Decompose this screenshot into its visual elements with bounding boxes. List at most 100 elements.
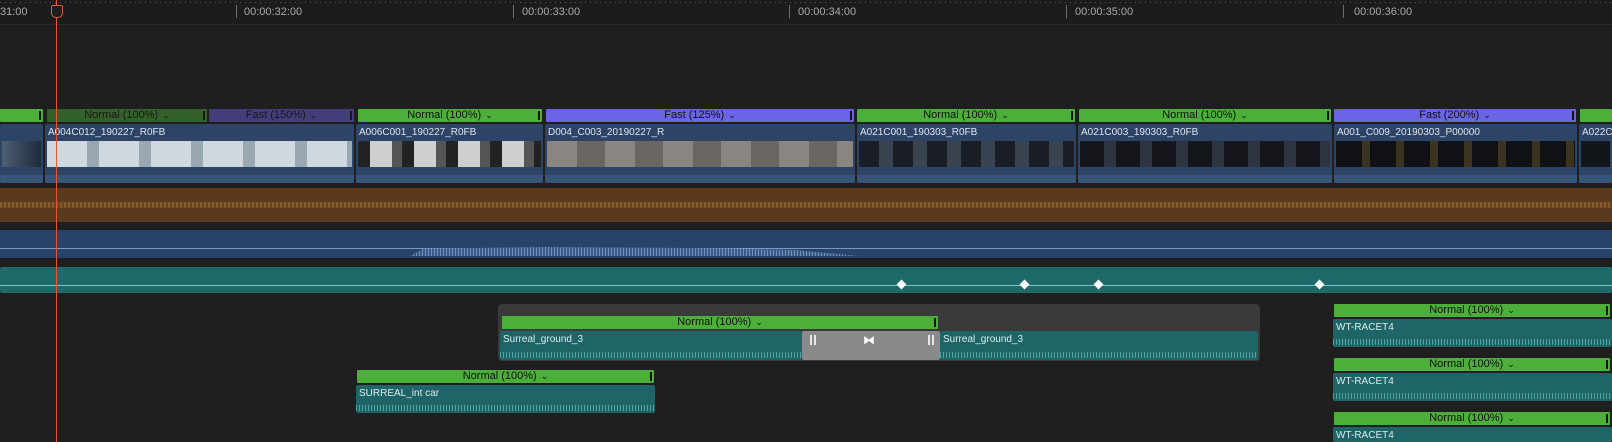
video-clip[interactable]: A021C003_190303_R0FB bbox=[1078, 124, 1332, 183]
retime-handle[interactable] bbox=[1606, 306, 1608, 315]
ruler-tick bbox=[1066, 5, 1067, 18]
timecode-label: 00:00:34:00 bbox=[798, 6, 857, 18]
clip-filmstrip bbox=[547, 141, 853, 167]
chevron-down-icon: ⌄ bbox=[1507, 359, 1515, 369]
audio-clip[interactable]: SURREAL_int car bbox=[356, 385, 655, 413]
timecode-label: 00:00:33:00 bbox=[522, 6, 581, 18]
transition-handle[interactable] bbox=[814, 335, 816, 345]
ruler-tick bbox=[513, 5, 514, 18]
transition-handle[interactable] bbox=[928, 335, 930, 345]
retime-handle[interactable] bbox=[934, 318, 936, 327]
speed-label: Normal (100%) bbox=[1429, 304, 1504, 316]
clip-filmstrip bbox=[1581, 141, 1610, 167]
retime-handle[interactable] bbox=[1606, 414, 1608, 423]
chevron-down-icon: ⌄ bbox=[162, 110, 170, 120]
speed-bar[interactable]: Normal (100%) ⌄ bbox=[502, 316, 938, 329]
audio-clip[interactable]: Surreal_ground_3 bbox=[940, 331, 1258, 360]
speed-bar[interactable]: Normal (100%) ⌄ bbox=[1334, 412, 1610, 425]
keyframe-diamond[interactable] bbox=[1019, 279, 1030, 290]
cross-dissolve-transition[interactable]: ⧓ bbox=[802, 331, 940, 360]
clip-name: WT-RACET4 bbox=[1336, 376, 1394, 387]
chevron-down-icon: ⌄ bbox=[309, 110, 318, 120]
retime-handle[interactable] bbox=[1071, 111, 1073, 120]
transition-handle[interactable] bbox=[810, 335, 812, 345]
audio-waveform bbox=[500, 352, 802, 358]
audio-waveform bbox=[940, 352, 1258, 358]
audio-clip[interactable]: Surreal_ground_3 bbox=[500, 331, 802, 360]
speed-bar[interactable]: Normal (100%) ⌄ bbox=[1334, 358, 1610, 371]
speed-label: Fast (200%) bbox=[1419, 109, 1480, 121]
audio-waveform bbox=[356, 405, 655, 411]
dialogue-audio-lane[interactable] bbox=[0, 230, 1612, 258]
chevron-down-icon: ⌄ bbox=[1507, 305, 1515, 315]
speed-label: Fast (150%) bbox=[245, 109, 306, 121]
retime-handle[interactable] bbox=[1606, 360, 1608, 369]
speed-bar[interactable]: Fast (150%) ⌄ bbox=[209, 109, 354, 122]
timeline-ruler[interactable]: 31:00 00:00:32:00 00:00:33:00 00:00:34:0… bbox=[0, 0, 1612, 25]
speed-bar[interactable] bbox=[1580, 109, 1612, 122]
chevron-down-icon: ⌄ bbox=[755, 317, 763, 327]
speed-label: Normal (100%) bbox=[677, 316, 752, 328]
audio-waveform bbox=[1333, 393, 1612, 399]
keyframe-diamond[interactable] bbox=[1093, 279, 1104, 290]
video-clip[interactable]: D004_C003_20190227_R bbox=[545, 124, 855, 183]
clip-audio-strip bbox=[857, 175, 1076, 183]
clip-name: A004C012_190227_R0FB bbox=[48, 127, 166, 138]
effects-audio-lane[interactable] bbox=[0, 267, 1612, 293]
speed-bar[interactable]: Normal (100%) ⌄ bbox=[1079, 109, 1331, 122]
video-clip[interactable]: A001_C009_20190303_P00000 bbox=[1334, 124, 1577, 183]
audio-clip[interactable]: WT-RACET4 bbox=[1333, 373, 1612, 401]
retime-handle[interactable] bbox=[650, 372, 652, 381]
transition-handle[interactable] bbox=[932, 335, 934, 345]
retime-handle[interactable] bbox=[1572, 111, 1574, 120]
timecode-label: 00:00:35:00 bbox=[1075, 6, 1134, 18]
chevron-down-icon: ⌄ bbox=[1507, 413, 1515, 423]
video-clip[interactable]: A022C bbox=[1579, 124, 1612, 183]
volume-line[interactable] bbox=[0, 285, 1612, 286]
video-clip[interactable]: A021C001_190303_R0FB bbox=[857, 124, 1076, 183]
retime-handle[interactable] bbox=[203, 111, 205, 120]
speed-label: Normal (100%) bbox=[462, 370, 537, 382]
clip-filmstrip bbox=[1336, 141, 1575, 167]
clip-name: A006C001_190227_R0FB bbox=[359, 127, 477, 138]
speed-bar[interactable] bbox=[0, 109, 43, 122]
music-audio-lane[interactable] bbox=[0, 188, 1612, 222]
clip-audio-strip bbox=[1078, 175, 1332, 183]
speed-label: Normal (100%) bbox=[1162, 109, 1237, 121]
retime-handle[interactable] bbox=[538, 111, 540, 120]
retime-handle[interactable] bbox=[350, 111, 352, 120]
playhead-handle[interactable] bbox=[51, 5, 63, 18]
speed-label: Normal (100%) bbox=[1429, 412, 1504, 424]
clip-name: Surreal_ground_3 bbox=[503, 334, 584, 345]
speed-bar[interactable]: Fast (200%) ⌄ bbox=[1334, 109, 1576, 122]
speed-bar[interactable]: Normal (100%) ⌄ bbox=[47, 109, 207, 122]
speed-bar[interactable]: Normal (100%) ⌄ bbox=[1334, 304, 1610, 317]
keyframe-diamond[interactable] bbox=[896, 279, 907, 290]
retime-handle[interactable] bbox=[850, 111, 852, 120]
audio-clip[interactable]: WT-RACET4 bbox=[1333, 427, 1612, 442]
video-clip[interactable] bbox=[0, 124, 43, 183]
chevron-down-icon: ⌄ bbox=[1483, 110, 1491, 120]
chevron-down-icon: ⌄ bbox=[485, 110, 493, 120]
clip-name: WT-RACET4 bbox=[1336, 322, 1394, 333]
speed-bar[interactable]: Fast (125%) ⌄ bbox=[546, 109, 854, 122]
playhead[interactable] bbox=[56, 0, 57, 442]
speed-label: Normal (100%) bbox=[1429, 358, 1504, 370]
video-clip[interactable]: A006C001_190227_R0FB bbox=[356, 124, 543, 183]
speed-bar[interactable]: Normal (100%) ⌄ bbox=[358, 109, 542, 122]
audio-waveform bbox=[1333, 339, 1612, 345]
retime-handle[interactable] bbox=[39, 111, 41, 120]
retime-handle[interactable] bbox=[1327, 111, 1329, 120]
clip-name: WT-RACET4 bbox=[1336, 430, 1394, 441]
timecode-label: 31:00 bbox=[0, 6, 28, 18]
ruler-dots bbox=[0, 2, 1612, 3]
ruler-tick bbox=[1343, 5, 1344, 18]
volume-line[interactable] bbox=[0, 248, 1612, 249]
speed-bar[interactable]: Normal (100%) ⌄ bbox=[357, 370, 654, 383]
speed-bar[interactable]: Normal (100%) ⌄ bbox=[857, 109, 1075, 122]
audio-clip[interactable]: WT-RACET4 bbox=[1333, 319, 1612, 347]
video-clip[interactable]: A004C012_190227_R0FB bbox=[45, 124, 354, 183]
clip-name: D004_C003_20190227_R bbox=[548, 127, 665, 138]
keyframe-diamond[interactable] bbox=[1314, 279, 1325, 290]
clip-filmstrip bbox=[358, 141, 541, 167]
